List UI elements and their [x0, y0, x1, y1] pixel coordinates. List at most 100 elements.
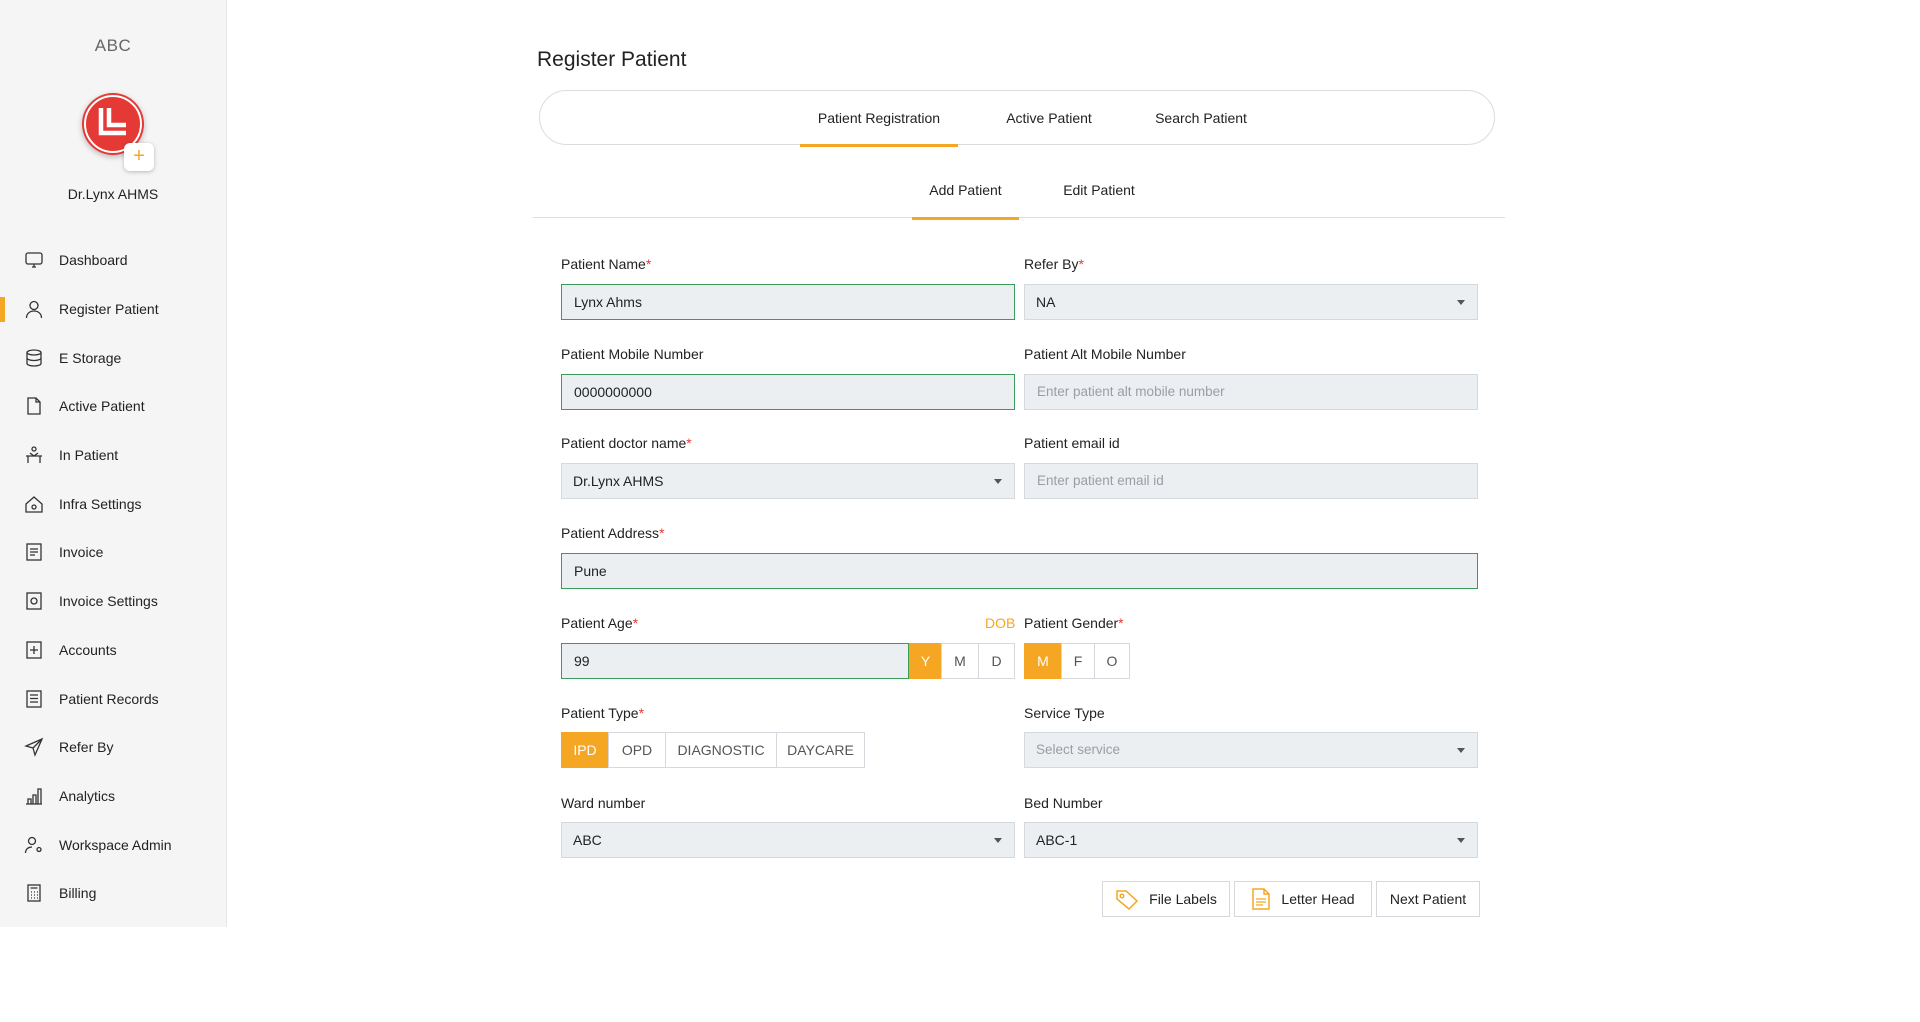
invoice-settings-icon	[24, 591, 44, 611]
mobile-input[interactable]: 0000000000	[561, 374, 1015, 410]
tab-active-patient[interactable]: Active Patient	[994, 91, 1104, 146]
send-icon	[24, 737, 44, 758]
sidebar: ABC + Dr.Lynx AHMS Dashboard Register Pa…	[0, 0, 227, 927]
home-gear-icon	[24, 494, 44, 514]
monitor-icon	[24, 250, 44, 270]
doctor-select[interactable]: Dr.Lynx AHMS	[561, 463, 1015, 499]
sidebar-item-active-patient[interactable]: Active Patient	[0, 382, 226, 431]
user-name: Dr.Lynx AHMS	[67, 186, 159, 202]
chevron-down-icon	[1457, 838, 1465, 843]
user-settings-icon	[24, 835, 44, 855]
age-unit-days[interactable]: D	[978, 643, 1015, 679]
sidebar-item-label: Infra Settings	[59, 495, 142, 512]
chevron-down-icon	[1457, 748, 1465, 753]
gender-female[interactable]: F	[1061, 643, 1095, 679]
sidebar-item-label: Register Patient	[59, 301, 159, 318]
calculator-icon	[24, 883, 44, 903]
chevron-down-icon	[994, 479, 1002, 484]
add-photo-button[interactable]: +	[124, 143, 154, 171]
database-icon	[24, 348, 44, 368]
alt-mobile-label: Patient Alt Mobile Number	[1024, 346, 1186, 362]
letter-head-label: Letter Head	[1281, 891, 1355, 907]
tab-add-patient[interactable]: Add Patient	[912, 170, 1019, 220]
records-icon	[24, 689, 44, 709]
ward-select[interactable]: ABC	[561, 822, 1015, 858]
patient-type-label: Patient Type*	[561, 705, 645, 721]
ward-label: Ward number	[561, 795, 646, 811]
address-label: Patient Address*	[561, 525, 665, 541]
tab-patient-registration[interactable]: Patient Registration	[800, 91, 958, 147]
gender-other[interactable]: O	[1094, 643, 1130, 679]
patient-type-daycare[interactable]: DAYCARE	[776, 732, 865, 768]
age-label: Patient Age*	[561, 615, 639, 631]
top-tabs: Patient Registration Active Patient Sear…	[539, 90, 1495, 147]
tab-edit-patient[interactable]: Edit Patient	[1049, 170, 1149, 218]
sidebar-item-patient-records[interactable]: Patient Records	[0, 674, 226, 723]
sidebar-item-dashboard[interactable]: Dashboard	[0, 236, 226, 285]
chevron-down-icon	[1457, 300, 1465, 305]
sub-tabs: Add Patient Edit Patient	[533, 170, 1505, 220]
gender-toggle: M F O	[1024, 643, 1130, 679]
bed-select[interactable]: ABC-1	[1024, 822, 1478, 858]
age-unit-months[interactable]: M	[941, 643, 979, 679]
sidebar-item-label: Analytics	[59, 787, 116, 804]
sidebar-item-label: Dashboard	[59, 252, 128, 269]
sidebar-item-invoice-settings[interactable]: Invoice Settings	[0, 577, 226, 626]
sidebar-item-label: Patient Records	[59, 690, 159, 707]
service-type-select[interactable]: Select service	[1024, 732, 1478, 768]
chevron-down-icon	[994, 838, 1002, 843]
tag-icon	[1115, 888, 1139, 910]
letter-head-button[interactable]: Letter Head	[1234, 881, 1372, 917]
file-icon	[24, 396, 44, 416]
next-patient-button[interactable]: Next Patient	[1376, 881, 1480, 917]
user-icon	[24, 299, 44, 319]
sidebar-item-billing[interactable]: Billing	[0, 869, 226, 918]
email-label: Patient email id	[1024, 435, 1120, 451]
sidebar-item-label: Accounts	[59, 641, 117, 658]
sidebar-item-label: Active Patient	[59, 398, 145, 415]
tab-search-patient[interactable]: Search Patient	[1140, 91, 1262, 146]
sidebar-item-label: In Patient	[59, 447, 119, 464]
refer-by-select[interactable]: NA	[1024, 284, 1478, 320]
patient-type-toggle: IPD OPD DIAGNOSTIC DAYCARE	[561, 732, 865, 768]
sidebar-item-accounts[interactable]: Accounts	[0, 626, 226, 675]
dob-link[interactable]: DOB	[985, 615, 1015, 631]
sidebar-item-label: Refer By	[59, 739, 114, 756]
sidebar-item-refer-by[interactable]: Refer By	[0, 723, 226, 772]
sidebar-menu: Dashboard Register Patient E Storage Act…	[0, 236, 226, 918]
address-input[interactable]: Pune	[561, 553, 1478, 589]
file-labels-button[interactable]: File Labels	[1102, 881, 1230, 917]
document-icon	[1251, 887, 1271, 911]
mobile-label: Patient Mobile Number	[561, 346, 704, 362]
service-type-label: Service Type	[1024, 705, 1105, 721]
sidebar-item-analytics[interactable]: Analytics	[0, 772, 226, 821]
sidebar-item-e-storage[interactable]: E Storage	[0, 333, 226, 382]
file-labels-label: File Labels	[1149, 891, 1217, 907]
sidebar-item-label: Billing	[59, 885, 97, 902]
sidebar-item-in-patient[interactable]: In Patient	[0, 431, 226, 480]
accounts-icon	[24, 640, 44, 660]
sidebar-item-label: Invoice	[59, 544, 104, 561]
age-input[interactable]: 99	[561, 643, 909, 679]
sidebar-item-label: E Storage	[59, 349, 122, 366]
gender-label: Patient Gender*	[1024, 615, 1124, 631]
patient-type-opd[interactable]: OPD	[608, 732, 666, 768]
sidebar-item-infra-settings[interactable]: Infra Settings	[0, 479, 226, 528]
sidebar-item-invoice[interactable]: Invoice	[0, 528, 226, 577]
sidebar-item-register-patient[interactable]: Register Patient	[0, 285, 226, 334]
sidebar-item-workspace-admin[interactable]: Workspace Admin	[0, 820, 226, 869]
alt-mobile-input[interactable]: Enter patient alt mobile number	[1024, 374, 1478, 410]
patient-type-diagnostic[interactable]: DIAGNOSTIC	[665, 732, 777, 768]
email-input[interactable]: Enter patient email id	[1024, 463, 1478, 499]
patient-type-ipd[interactable]: IPD	[561, 732, 609, 768]
gender-male[interactable]: M	[1024, 643, 1062, 679]
age-unit-years[interactable]: Y	[909, 643, 942, 679]
bed-patient-icon	[24, 445, 44, 465]
age-unit-toggle: Y M D	[909, 643, 1015, 679]
patient-name-input[interactable]: Lynx Ahms	[561, 284, 1015, 320]
bed-label: Bed Number	[1024, 795, 1103, 811]
page-title: Register Patient	[537, 48, 687, 71]
invoice-icon	[24, 542, 44, 562]
sidebar-item-label: Invoice Settings	[59, 593, 158, 610]
patient-name-label: Patient Name*	[561, 256, 652, 272]
